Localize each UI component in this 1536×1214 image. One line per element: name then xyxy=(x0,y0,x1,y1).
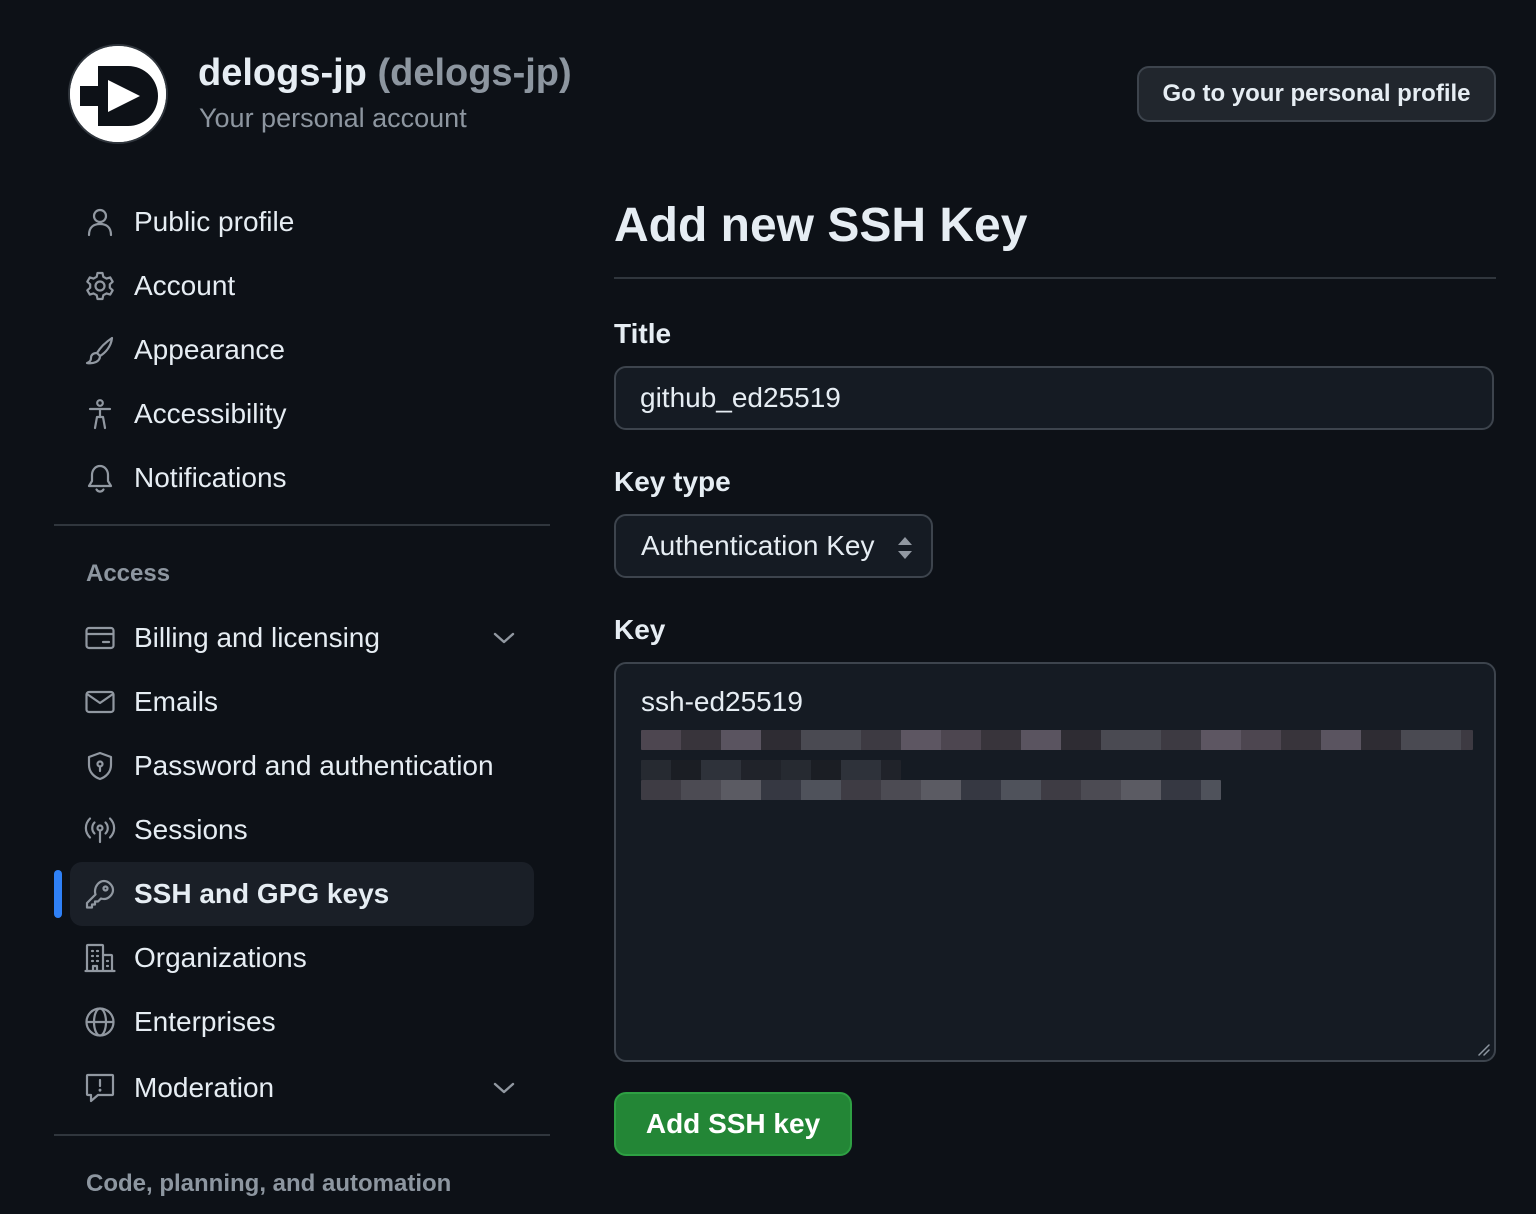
select-arrows-icon xyxy=(895,534,915,562)
sidebar-item-label: Account xyxy=(134,270,236,301)
sidebar-item-accessibility[interactable]: Accessibility xyxy=(70,382,534,446)
sidebar-item-public-profile[interactable]: Public profile xyxy=(70,190,534,254)
sidebar-item-emails[interactable]: Emails xyxy=(70,670,534,734)
sidebar-divider xyxy=(54,1134,550,1136)
sidebar-item-billing[interactable]: Billing and licensing xyxy=(70,606,534,670)
add-ssh-key-button[interactable]: Add SSH key xyxy=(614,1092,852,1156)
play-d-logo-icon xyxy=(70,46,166,142)
key-type-label: Key type xyxy=(614,466,731,497)
sidebar-item-appearance[interactable]: Appearance xyxy=(70,318,534,382)
sidebar-item-sessions[interactable]: Sessions xyxy=(70,798,534,862)
account-display-name: delogs-jp xyxy=(198,52,367,94)
title-input[interactable] xyxy=(614,366,1494,430)
code-planning-heading: Code, planning, and automation xyxy=(86,1170,452,1197)
key-textarea[interactable]: ssh-ed25519 xyxy=(614,662,1496,1062)
sidebar-item-label: Enterprises xyxy=(134,1006,276,1037)
resize-handle-icon[interactable] xyxy=(1476,1042,1490,1056)
shield-lock-icon xyxy=(84,750,116,782)
accessibility-icon xyxy=(84,398,116,430)
person-icon xyxy=(84,206,116,238)
sidebar-item-label: Appearance xyxy=(134,334,286,365)
title-divider xyxy=(614,277,1496,279)
account-subtitle: Your personal account xyxy=(199,103,467,133)
key-type-value: Authentication Key xyxy=(641,530,875,561)
mail-icon xyxy=(84,686,116,718)
avatar[interactable] xyxy=(68,44,168,144)
broadcast-icon xyxy=(84,814,116,846)
active-indicator xyxy=(54,870,62,918)
sidebar-item-organizations[interactable]: Organizations xyxy=(70,926,534,990)
globe-icon xyxy=(84,1006,116,1038)
page-title: Add new SSH Key xyxy=(614,199,1028,252)
sidebar-item-account[interactable]: Account xyxy=(70,254,534,318)
sidebar-item-label: Public profile xyxy=(134,206,295,237)
paintbrush-icon xyxy=(84,334,116,366)
sidebar-item-label: Emails xyxy=(134,686,219,717)
sidebar-item-label: Sessions xyxy=(134,814,248,845)
title-label: Title xyxy=(614,318,672,349)
sidebar-item-label: Accessibility xyxy=(134,398,287,429)
account-name: delogs-jp (delogs-jp) xyxy=(198,52,572,95)
key-icon xyxy=(84,878,116,910)
sidebar-item-label: Password and authentication xyxy=(134,750,494,781)
redacted-key-line xyxy=(641,760,901,780)
bell-icon xyxy=(84,462,116,494)
report-icon xyxy=(84,1072,116,1104)
key-text: ssh-ed25519 xyxy=(641,686,803,717)
sidebar-divider xyxy=(54,524,550,526)
key-label: Key xyxy=(614,614,666,645)
sidebar-item-enterprises[interactable]: Enterprises xyxy=(70,990,534,1054)
key-type-select[interactable]: Authentication Key xyxy=(614,514,933,578)
organization-icon xyxy=(84,942,116,974)
chevron-down-icon[interactable] xyxy=(492,626,516,650)
sidebar-item-ssh-gpg-keys[interactable]: SSH and GPG keys xyxy=(54,862,534,926)
sidebar-item-label: Notifications xyxy=(134,462,287,493)
sidebar-item-label: SSH and GPG keys xyxy=(134,878,390,909)
credit-card-icon xyxy=(84,622,116,654)
sidebar-item-moderation[interactable]: Moderation xyxy=(70,1056,534,1120)
sidebar-item-label: Moderation xyxy=(134,1072,275,1103)
account-header: delogs-jp (delogs-jp) Your personal acco… xyxy=(0,0,1536,170)
sidebar-item-password-authentication[interactable]: Password and authentication xyxy=(70,734,534,798)
account-login: (delogs-jp) xyxy=(377,52,572,94)
sidebar-item-label: Organizations xyxy=(134,942,307,973)
go-to-profile-button[interactable]: Go to your personal profile xyxy=(1137,66,1496,122)
chevron-down-icon[interactable] xyxy=(492,1076,516,1100)
sidebar-item-label: Billing and licensing xyxy=(134,622,380,653)
access-heading: Access xyxy=(86,560,171,587)
redacted-key-line xyxy=(641,730,1473,750)
sidebar-item-notifications[interactable]: Notifications xyxy=(70,446,534,510)
gear-icon xyxy=(84,270,116,302)
redacted-key-line xyxy=(641,780,1221,800)
